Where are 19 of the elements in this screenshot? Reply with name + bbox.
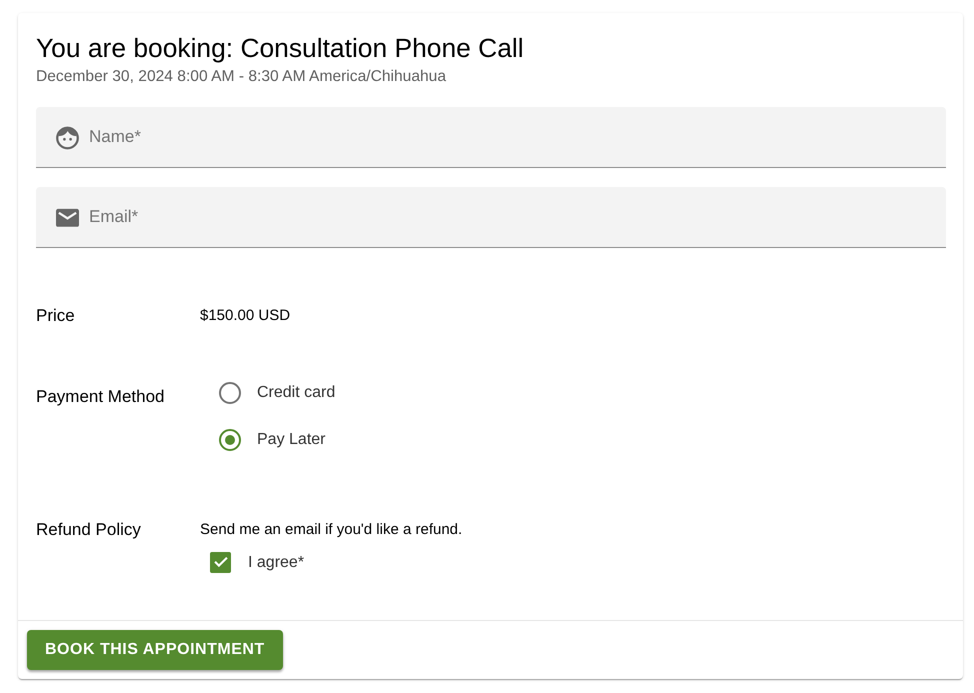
checkbox-label[interactable]: I agree* xyxy=(248,552,304,572)
refund-policy-text: Send me an email if you'd like a refund. xyxy=(200,521,462,538)
email-field[interactable]: Email* xyxy=(36,187,946,248)
field-label: Price xyxy=(36,306,76,326)
checkbox[interactable] xyxy=(210,552,231,573)
mail-icon xyxy=(56,208,79,227)
field-label: Payment Method xyxy=(36,386,166,408)
face-icon xyxy=(56,126,79,149)
booking-title: You are booking: Consultation Phone Call xyxy=(36,32,525,64)
option-label[interactable]: Credit card xyxy=(257,382,336,402)
booking-datetime: December 30, 2024 8:00 AM - 8:30 AM America/Chihuahua xyxy=(36,68,448,86)
name-field[interactable]: Name* xyxy=(36,107,946,168)
field-label: Refund Policy xyxy=(36,520,142,541)
price-value: $150.00 USD xyxy=(200,307,290,324)
radio-button[interactable] xyxy=(219,429,241,451)
check-icon xyxy=(214,557,228,568)
option-label[interactable]: Pay Later xyxy=(257,430,326,450)
book-appointment-button[interactable]: BOOK THIS APPOINTMENT xyxy=(27,630,283,670)
radio-button[interactable] xyxy=(219,382,241,404)
